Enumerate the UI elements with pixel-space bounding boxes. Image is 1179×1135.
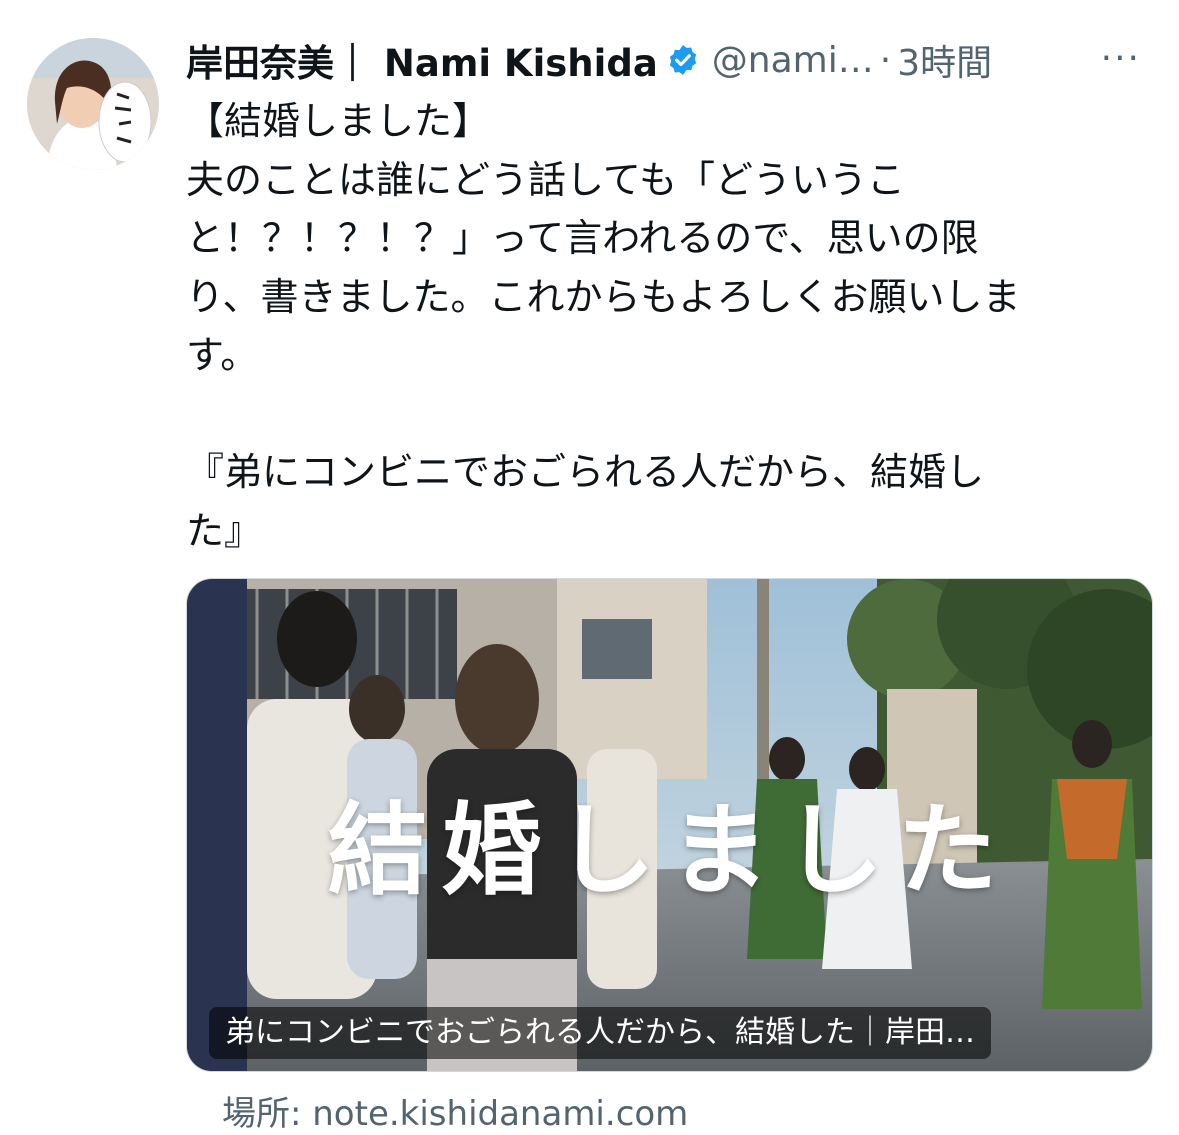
link-card[interactable]: 結婚しました 弟にコンビニでおごられる人だから、結婚した｜岸田… [186,578,1153,1072]
tweet-text: 【結婚しました】 夫のことは誰にどう話しても「どういうこ と！？！？！？」って言… [186,92,1156,560]
tweet-text-line: り、書きました。これからもよろしくお願いしま [186,274,1021,319]
tweet-text-line: 『弟にコンビニでおごられる人だから、結婚し [186,450,985,494]
display-name[interactable]: 岸田奈美｜ Nami Kishida [186,33,658,87]
tweet-text-line [186,385,1156,444]
card-caption: 弟にコンビニでおごられる人だから、結婚した｜岸田… [209,1007,991,1059]
verified-badge-icon [669,45,696,75]
tweet-text-line: す。 [186,333,259,377]
avatar-image [27,38,159,170]
tweet-text-line: た』 [186,508,263,553]
card-source-link[interactable]: 場所: note.kishidanami.com [222,1086,688,1135]
avatar[interactable] [27,38,159,170]
tweet-text-line: と！？！？！？」って言われるので、思いの限 [186,216,979,260]
more-icon[interactable]: ··· [1101,41,1141,77]
separator: · [879,39,892,81]
timestamp[interactable]: 3時間 [897,34,992,86]
tweet-header: 岸田奈美｜ Nami Kishida @nami… · 3時間 ··· [186,30,1159,90]
card-overlay-title: 結婚しました [327,792,1012,909]
handle[interactable]: @nami… [712,40,874,81]
tweet-text-line: 夫のことは誰にどう話しても「どういうこ [186,157,905,202]
tweet-text-line: 【結婚しました】 [186,99,491,143]
